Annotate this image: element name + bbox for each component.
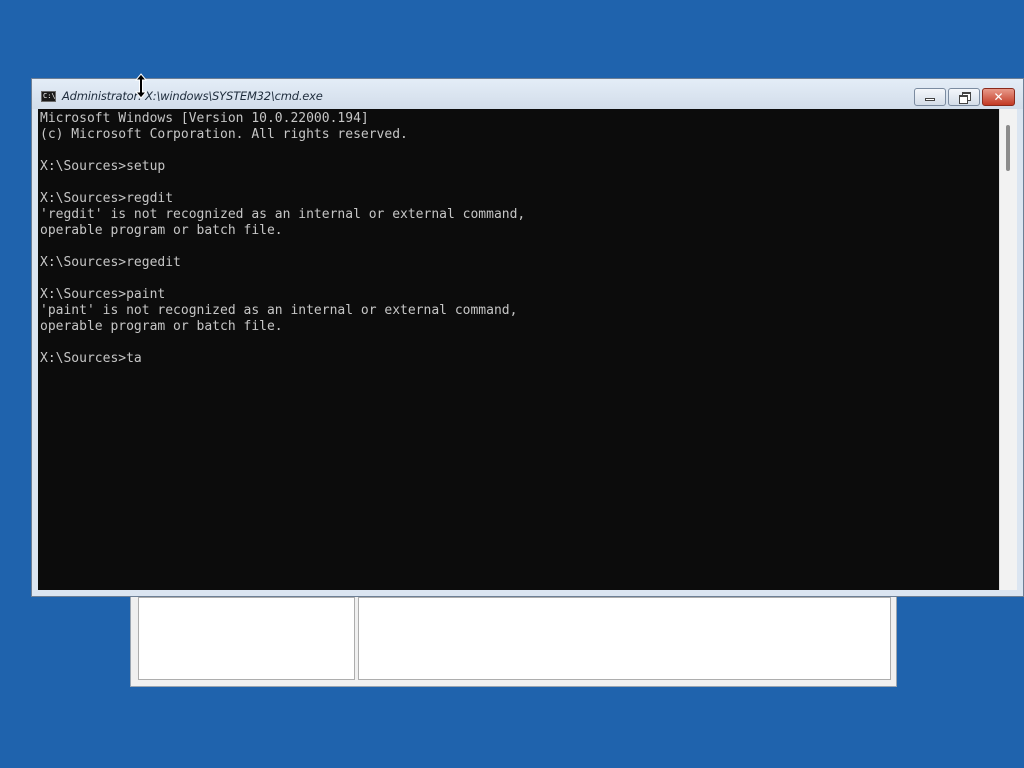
console-line: 'paint' is not recognized as an internal… [40,303,518,318]
vertical-scrollbar[interactable] [999,109,1017,590]
console-line: operable program or batch file. [40,223,283,238]
console-line: Microsoft Windows [Version 10.0.22000.19… [40,111,369,126]
command-prompt-icon[interactable]: C:\ [41,91,56,102]
console-line: operable program or batch file. [40,319,283,334]
console-text-area[interactable]: Microsoft Windows [Version 10.0.22000.19… [38,109,999,590]
console-line: X:\Sources>paint [40,287,166,302]
minimize-button[interactable] [914,88,946,106]
background-left-pane [138,597,355,680]
close-icon: ✕ [993,90,1004,104]
window-title: Administrator: X:\windows\SYSTEM32\cmd.e… [62,89,323,103]
background-setup-window [130,586,897,687]
minimize-icon [925,98,935,101]
title-bar[interactable]: C:\ Administrator: X:\windows\SYSTEM32\c… [32,79,1023,109]
console-line: (c) Microsoft Corporation. All rights re… [40,127,408,142]
resize-vertical-cursor-icon [134,73,148,99]
console-line: X:\Sources>ta [40,351,142,366]
desktop-background: C:\ Administrator: X:\windows\SYSTEM32\c… [0,0,1024,768]
console-line: X:\Sources>regedit [40,255,181,270]
background-right-pane [358,597,891,680]
console-output: Microsoft Windows [Version 10.0.22000.19… [38,109,999,367]
console-line: X:\Sources>regdit [40,191,174,206]
console-line: 'regdit' is not recognized as an interna… [40,207,526,222]
console-line: X:\Sources>setup [40,159,166,174]
scrollbar-thumb[interactable] [1006,125,1010,171]
command-prompt-window[interactable]: C:\ Administrator: X:\windows\SYSTEM32\c… [31,78,1024,597]
close-button[interactable]: ✕ [982,88,1015,106]
restore-icon [958,92,971,104]
maximize-button[interactable] [948,88,980,106]
